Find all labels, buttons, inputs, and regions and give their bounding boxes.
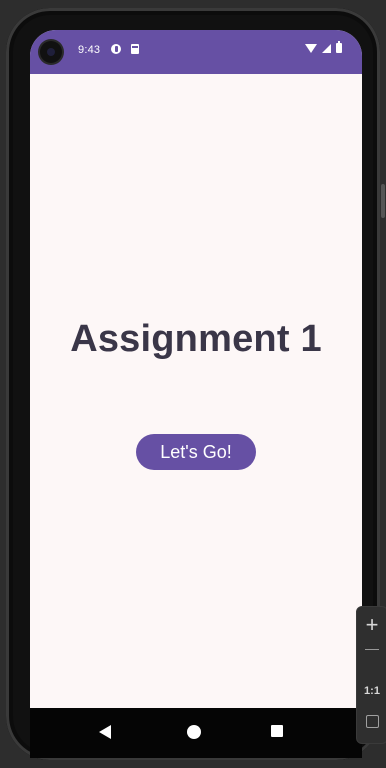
app-content: Assignment 1 Let's Go! [30,74,362,708]
emulator-zoom-panel: + 1:1 [356,606,386,744]
zoom-in-button[interactable]: + [357,612,386,638]
device-screen: 9:43 Assignment 1 Let's Go! [30,30,362,758]
emulator-stage: 9:43 Assignment 1 Let's Go! + 1:1 [0,0,386,768]
lets-go-button[interactable]: Let's Go! [136,434,256,470]
system-status-icons [305,41,342,53]
page-title: Assignment 1 [70,318,322,360]
battery-icon [336,41,342,53]
zoom-reset-button[interactable]: 1:1 [357,685,386,697]
fit-screen-button[interactable] [357,715,386,729]
front-camera-icon [40,41,62,63]
back-button[interactable] [99,725,111,739]
power-button[interactable] [381,184,385,218]
home-button[interactable] [187,725,201,739]
sd-card-icon [131,44,139,54]
status-bar: 9:43 [30,30,362,74]
zoom-out-button[interactable] [357,649,386,651]
status-notification-icon [111,44,121,54]
navigation-bar [30,708,362,758]
recents-button[interactable] [271,725,283,737]
wifi-icon [305,43,317,53]
signal-icon [322,43,331,53]
status-time: 9:43 [78,44,101,56]
